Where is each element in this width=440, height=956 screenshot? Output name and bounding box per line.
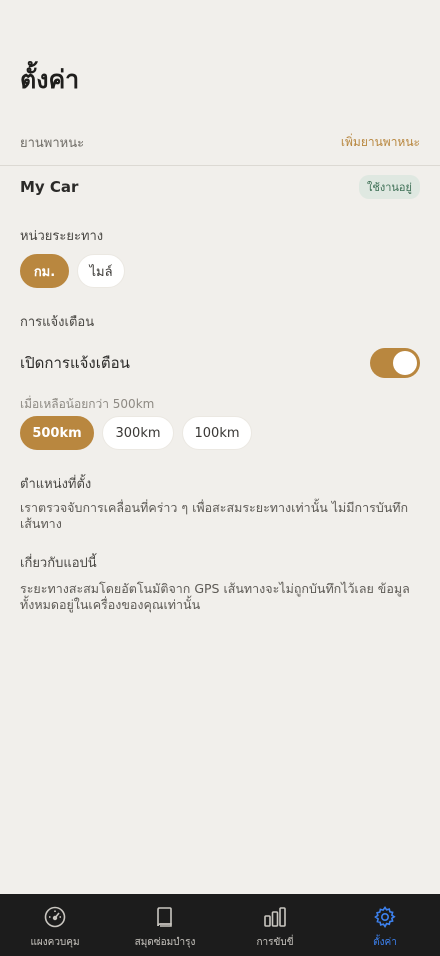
threshold-option-500[interactable]: 500km xyxy=(20,416,94,450)
unit-option-mile[interactable]: ไมล์ xyxy=(77,254,125,288)
vehicle-name: My Car xyxy=(20,178,79,196)
tab-driving[interactable]: การขับขี่ xyxy=(220,894,330,956)
location-description: เราตรวจจับการเคลื่อนที่คร่าว ๆ เพื่อสะสม… xyxy=(20,500,409,531)
speedometer-icon xyxy=(44,906,66,928)
about-section-title: เกี่ยวกับแอปนี้ xyxy=(20,556,97,571)
distance-unit-selector: กม. ไมล์ xyxy=(20,254,125,288)
tab-maintenance[interactable]: สมุดซ่อมบำรุง xyxy=(110,894,220,956)
threshold-selector: 500km 300km 100km xyxy=(20,416,252,450)
vehicles-section-header: ยานพาหนะ เพิ่มยานพาหนะ xyxy=(0,120,440,166)
bar-chart-icon xyxy=(264,907,286,927)
threshold-option-100[interactable]: 100km xyxy=(182,416,252,450)
page-title: ตั้งค่า xyxy=(20,65,80,94)
gear-icon xyxy=(374,906,396,929)
notifications-section-label: การแจ้งเตือน xyxy=(20,315,95,330)
bottom-tab-bar: แผงควบคุม สมุดซ่อมบำรุง การขับขี่ ตั้งค่… xyxy=(0,894,440,956)
location-section-title: ตำแหน่งที่ตั้ง xyxy=(20,477,92,492)
active-status-badge: ใช้งานอยู่ xyxy=(359,175,420,199)
tab-maintenance-label: สมุดซ่อมบำรุง xyxy=(134,937,196,948)
about-description: ระยะทางสะสมโดยอัตโนมัติจาก GPS เส้นทางจะ… xyxy=(20,581,410,612)
notifications-toggle-row: เปิดการแจ้งเตือน xyxy=(20,348,420,378)
distance-unit-label: หน่วยระยะทาง xyxy=(20,229,104,244)
vehicle-item[interactable]: My Car ใช้งานอยู่ xyxy=(20,175,420,199)
threshold-hint: เมื่อเหลือน้อยกว่า 500km xyxy=(20,397,155,411)
tab-settings-label: ตั้งค่า xyxy=(373,937,397,948)
notifications-toggle-label: เปิดการแจ้งเตือน xyxy=(20,354,130,372)
tab-settings[interactable]: ตั้งค่า xyxy=(330,894,440,956)
tab-dashboard-label: แผงควบคุม xyxy=(30,937,80,948)
toggle-knob xyxy=(393,351,417,375)
add-vehicle-link[interactable]: เพิ่มยานพาหนะ xyxy=(341,133,420,152)
tab-driving-label: การขับขี่ xyxy=(256,937,294,948)
vehicles-section-label: ยานพาหนะ xyxy=(20,136,85,151)
tab-dashboard[interactable]: แผงควบคุม xyxy=(0,894,110,956)
notifications-toggle[interactable] xyxy=(370,348,420,378)
threshold-option-300[interactable]: 300km xyxy=(102,416,174,450)
unit-option-km[interactable]: กม. xyxy=(20,254,69,288)
book-icon xyxy=(157,907,172,927)
